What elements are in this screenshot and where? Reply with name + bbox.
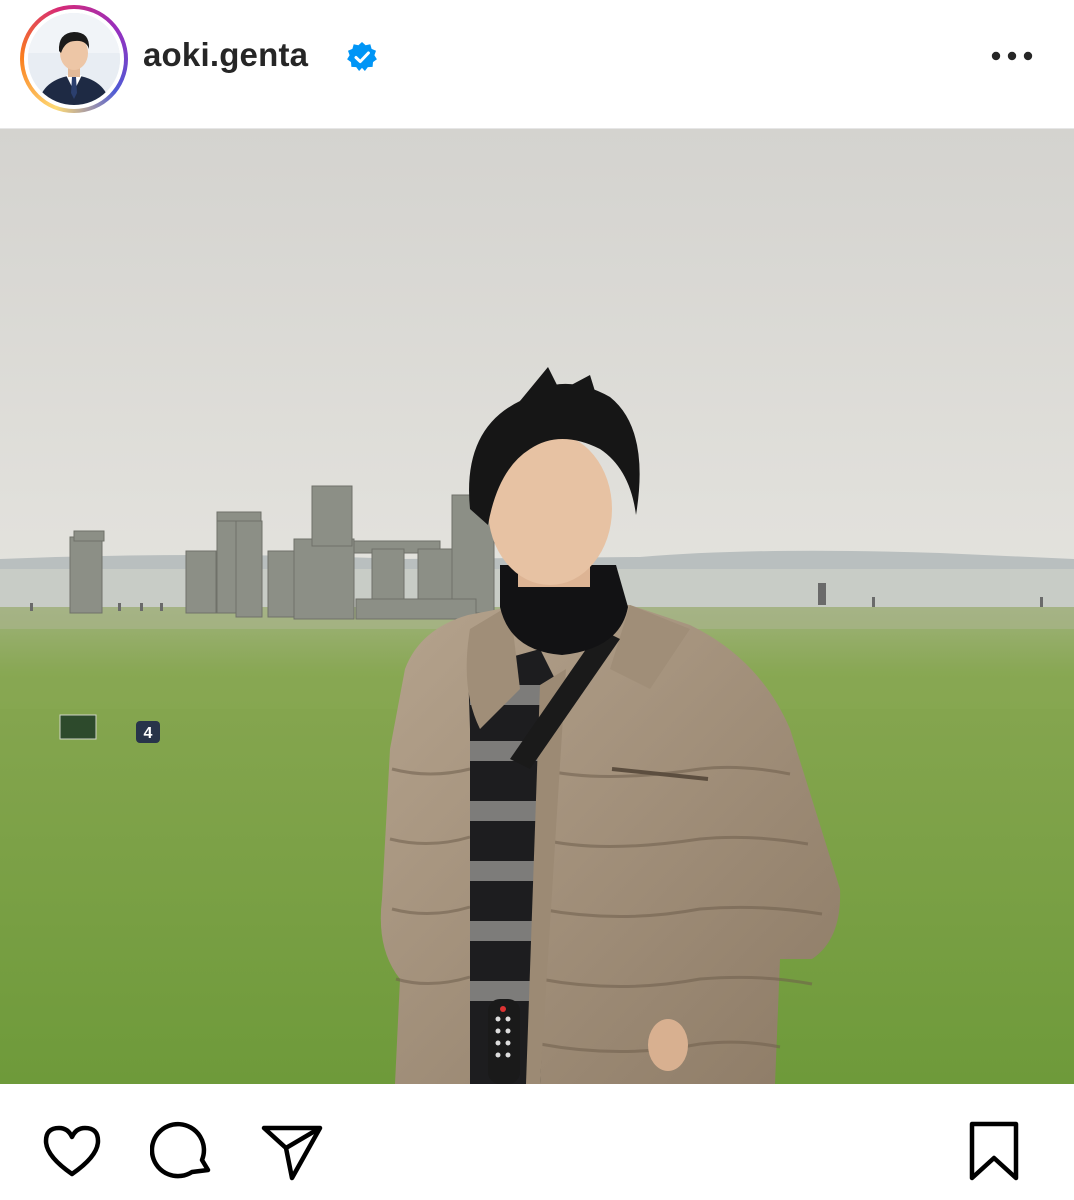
story-ring[interactable]: [20, 5, 128, 113]
bookmark-icon[interactable]: [962, 1120, 1026, 1184]
post-header: aoki.genta: [0, 0, 1074, 129]
more-options-icon[interactable]: [988, 46, 1036, 66]
post-actions: [0, 1084, 1074, 1200]
post-photo[interactable]: 4: [0, 129, 1074, 1084]
profile-avatar[interactable]: [28, 13, 120, 105]
paper-plane-icon[interactable]: [260, 1120, 324, 1184]
username[interactable]: aoki.genta: [143, 36, 308, 74]
field-marker-number: 4: [144, 725, 153, 742]
avatar-image: [28, 13, 120, 105]
heart-icon[interactable]: [40, 1120, 104, 1184]
comment-icon[interactable]: [150, 1120, 214, 1184]
photo-scene: 4: [0, 129, 1074, 1084]
verified-badge-icon: [347, 42, 377, 71]
